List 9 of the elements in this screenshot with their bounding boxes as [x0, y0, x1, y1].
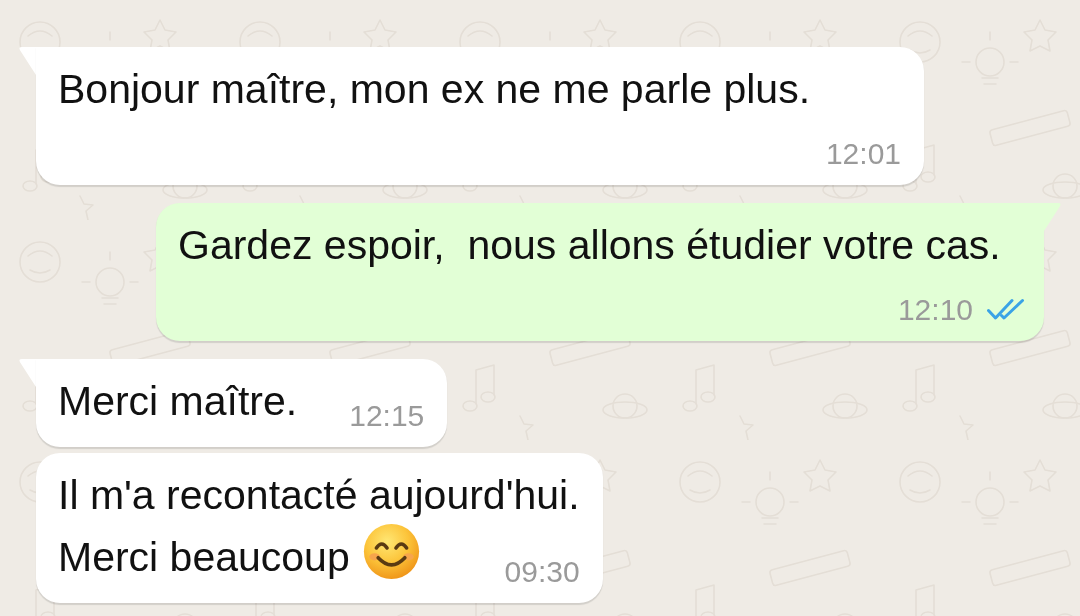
message-text: Il m'a recontacté aujourd'hui. — [58, 472, 580, 518]
message-time: 12:15 — [349, 398, 425, 434]
message-text: Merci beaucoup — [58, 534, 350, 580]
message-text: Merci maître. — [58, 378, 298, 424]
message-text: Gardez espoir, nous allons étudier votre cas. — [178, 222, 1001, 268]
message-time: 12:10 — [897, 292, 973, 328]
message-time: 12:01 — [825, 136, 901, 172]
message-text: Bonjour maître, mon ex ne me parle plus. — [58, 66, 811, 112]
message-time: 09:30 — [504, 554, 580, 590]
